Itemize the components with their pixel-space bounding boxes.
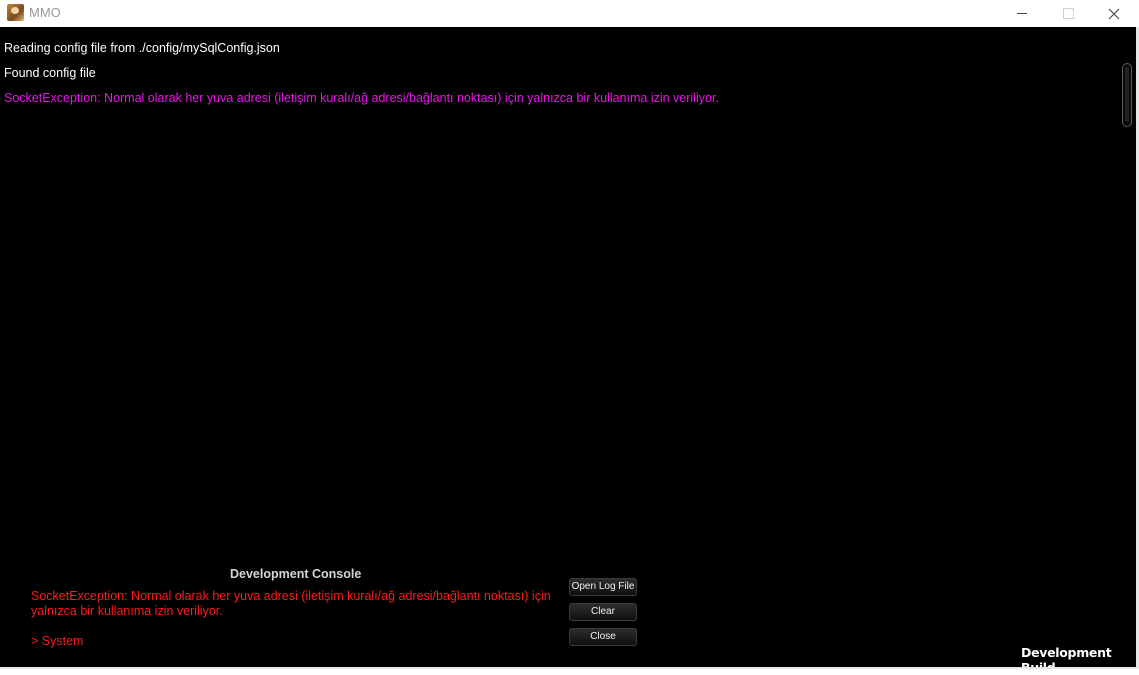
clear-button[interactable]: Clear xyxy=(569,603,637,621)
console-title: Development Console xyxy=(230,567,362,581)
close-icon xyxy=(1108,8,1120,19)
game-viewport: Reading config file from ./config/mySqlC… xyxy=(0,27,1136,675)
open-log-file-button[interactable]: Open Log File xyxy=(569,578,637,596)
console-message: SocketException: Normal olarak her yuva … xyxy=(31,589,551,618)
window-title-bar: MMO xyxy=(0,0,1139,27)
log-output: Reading config file from ./config/mySqlC… xyxy=(4,41,1114,116)
log-line: Found config file xyxy=(4,66,96,80)
console-input[interactable]: > System xyxy=(31,634,83,648)
maximize-button[interactable] xyxy=(1045,0,1091,27)
log-line-error: SocketException: Normal olarak her yuva … xyxy=(4,91,719,105)
minimize-button[interactable] xyxy=(999,0,1045,27)
window-title: MMO xyxy=(29,5,61,20)
close-console-button[interactable]: Close xyxy=(569,628,637,646)
app-game-icon xyxy=(7,4,24,21)
log-line: Reading config file from ./config/mySqlC… xyxy=(4,41,280,55)
log-scrollbar[interactable] xyxy=(1122,63,1132,127)
development-build-label: Development Build xyxy=(1021,645,1112,675)
close-window-button[interactable] xyxy=(1091,0,1137,27)
